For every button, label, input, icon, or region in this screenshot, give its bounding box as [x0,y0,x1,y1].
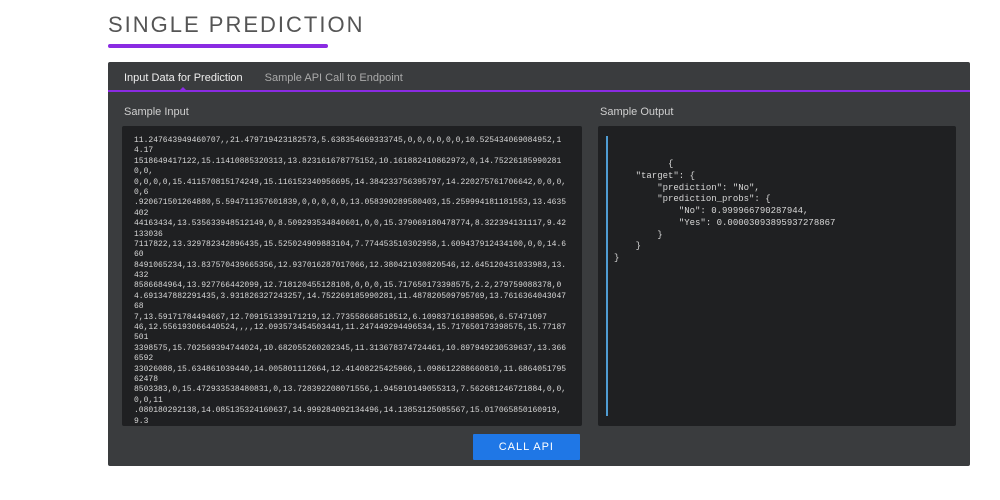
call-api-button[interactable]: CALL API [473,434,580,460]
prediction-panel: Input Data for Prediction Sample API Cal… [108,62,970,466]
sample-input-title: Sample Input [124,106,582,118]
tab-sample-api-call[interactable]: Sample API Call to Endpoint [265,72,403,84]
tab-input-data[interactable]: Input Data for Prediction [124,72,243,84]
page-title: SINGLE PREDICTION [108,12,1000,38]
sample-output-title: Sample Output [600,106,956,118]
sample-output-display: { "target": { "prediction": "No", "predi… [598,126,956,426]
tab-bar: Input Data for Prediction Sample API Cal… [108,62,970,92]
sample-output-text: { "target": { "prediction": "No", "predi… [614,159,835,263]
panel-body: Sample Input 11.247643949460707,,21.4797… [108,92,970,460]
title-underline [108,44,328,48]
sample-output-column: Sample Output { "target": { "prediction"… [598,102,956,460]
sample-input-column: Sample Input 11.247643949460707,,21.4797… [122,102,582,460]
button-row: CALL API [122,434,580,460]
sample-input-textarea[interactable]: 11.247643949460707,,21.479719423182573,5… [122,126,582,426]
output-accent-bar [606,136,608,416]
